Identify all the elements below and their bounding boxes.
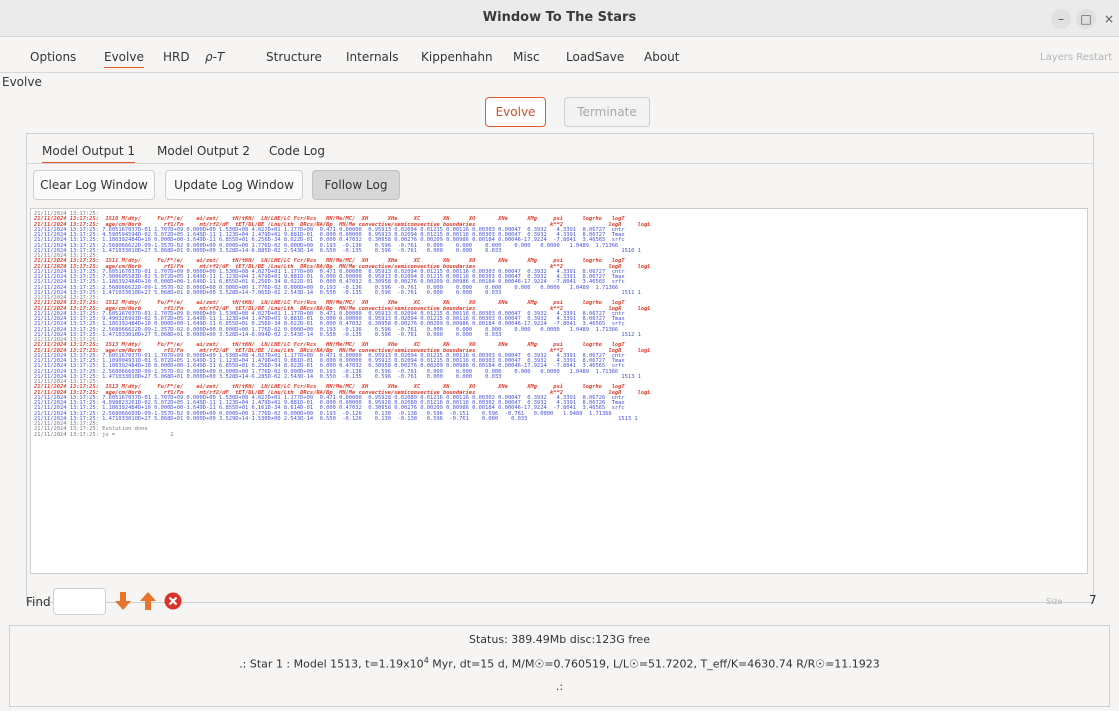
title-bar: Window To The Stars – □ × (0, 0, 1119, 37)
window-title: Window To The Stars (482, 10, 637, 25)
close-button[interactable]: × (1099, 9, 1119, 29)
tab-model-output-1[interactable]: Model Output 1 (42, 144, 135, 163)
find-next-arrow-down-icon[interactable] (114, 590, 132, 612)
tab-model-output-2[interactable]: Model Output 2 (157, 144, 250, 158)
menu-evolve[interactable]: Evolve (104, 50, 144, 68)
menu-about[interactable]: About (644, 50, 679, 64)
font-size-value[interactable]: 7 (1089, 593, 1097, 607)
log-text: 21/11/2024 13:17:25: 21/11/2024 13:17:25:… (31, 209, 1087, 441)
status-extra: .: (555, 680, 564, 693)
find-label: Find (26, 595, 51, 609)
menu-bar: Options Evolve HRD ρ-T Structure Interna… (0, 46, 1119, 70)
find-input[interactable] (53, 588, 106, 615)
menu-structure[interactable]: Structure (266, 50, 322, 64)
evolve-button[interactable]: Evolve (485, 97, 546, 127)
menu-rho-t[interactable]: ρ-T (205, 50, 224, 64)
minimize-button[interactable]: – (1051, 9, 1071, 29)
menu-hrd[interactable]: HRD (163, 50, 190, 64)
menu-misc[interactable]: Misc (513, 50, 540, 64)
clear-log-button[interactable]: Clear Log Window (33, 170, 155, 200)
page-label: Evolve (2, 75, 42, 89)
find-prev-arrow-up-icon[interactable] (139, 590, 157, 612)
maximize-button[interactable]: □ (1076, 9, 1096, 29)
menu-loadsave[interactable]: LoadSave (566, 50, 624, 64)
status-star-info: .: Star 1 : Model 1513, t=1.19x104 Myr, … (0, 656, 1119, 671)
clear-find-x-icon[interactable] (164, 592, 182, 610)
follow-log-toggle[interactable]: Follow Log (312, 170, 400, 200)
font-size-label: Size (1046, 597, 1063, 606)
status-star-rest: Myr, dt=15 d, M/M☉=0.760519, L/L☉=51.720… (428, 657, 880, 671)
layers-restart-button[interactable]: Layers Restart (1040, 52, 1112, 63)
tab-divider (27, 163, 1093, 164)
tab-code-log[interactable]: Code Log (269, 144, 325, 158)
log-window[interactable]: 21/11/2024 13:17:25: 21/11/2024 13:17:25:… (30, 208, 1088, 574)
menu-internals[interactable]: Internals (346, 50, 399, 64)
menu-kippenhahn[interactable]: Kippenhahn (421, 50, 493, 64)
status-star-prefix: .: Star 1 : Model 1513, t=1.19x10 (239, 657, 424, 671)
log-line: 21/11/2024 13:17:25: jo = 2 (34, 431, 174, 438)
update-log-button[interactable]: Update Log Window (165, 170, 303, 200)
menu-separator (0, 72, 1119, 73)
status-disk: Status: 389.49Mb disc:123G free (469, 633, 650, 646)
terminate-button[interactable]: Terminate (564, 97, 650, 127)
menu-options[interactable]: Options (30, 50, 76, 64)
